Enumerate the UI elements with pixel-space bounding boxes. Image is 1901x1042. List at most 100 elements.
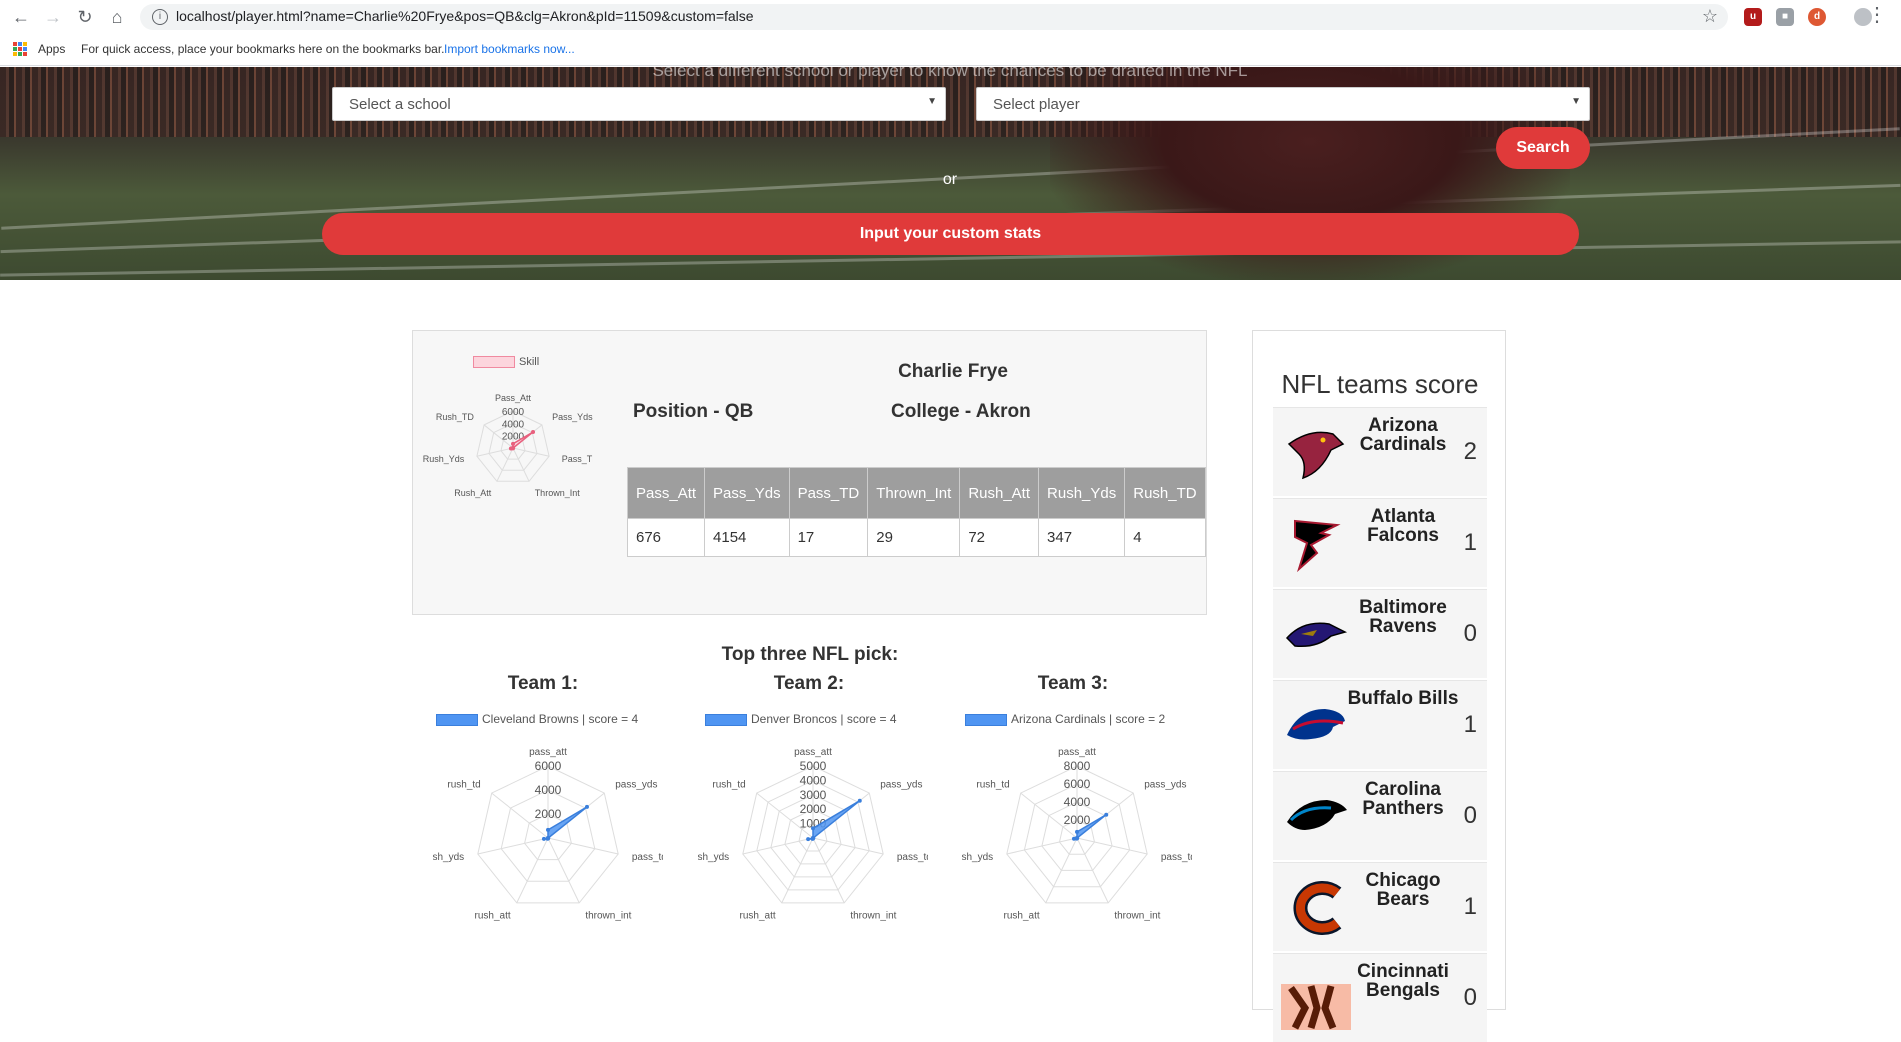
or-separator: or <box>942 171 958 188</box>
radar-spoke <box>1006 837 1078 855</box>
stats-header-row: Pass_Att Pass_Yds Pass_TD Thrown_Int Rush_At… <box>626 467 1206 519</box>
radar-spoke <box>547 837 619 855</box>
url-text[interactable]: localhost/player.html?name=Charlie%20Fry… <box>176 8 754 24</box>
extension-icon[interactable]: ■ <box>1776 8 1794 26</box>
team-score: 0 <box>1463 620 1477 647</box>
team-1-legend: Cleveland Browns | score = 4 <box>436 712 638 726</box>
home-icon[interactable]: ⌂ <box>106 6 128 28</box>
radar-axis-label: thrown_int <box>1114 910 1160 921</box>
back-icon[interactable]: ← <box>10 6 32 28</box>
team-2-radar-chart: 10002000300040005000pass_attpass_ydspass… <box>698 747 928 921</box>
bison-logo-icon <box>1287 709 1345 740</box>
radar-axis-label: rush_att <box>740 910 776 921</box>
address-bar[interactable]: i localhost/player.html?name=Charlie%20F… <box>140 4 1728 30</box>
reload-icon[interactable]: ↻ <box>74 6 96 28</box>
stats-header-cell: Rush_TD <box>1124 467 1206 519</box>
stats-header-cell: Rush_Att <box>959 467 1040 519</box>
radar-data-point <box>510 445 515 450</box>
radar-tick-label: 6000 <box>502 407 525 418</box>
stats-value-cell: 72 <box>959 518 1040 557</box>
radar-axis-label: Pass_Yds <box>552 412 593 422</box>
radar-axis-label: Pass_TD <box>562 454 593 464</box>
player-college: College - Akron <box>891 401 1031 422</box>
radar-axis-label: rush_td <box>447 779 480 790</box>
radar-tick-label: 4000 <box>800 773 827 787</box>
team-score-row[interactable]: Atlanta Falcons 1 <box>1273 498 1487 587</box>
team-1-legend-swatch <box>436 713 478 726</box>
info-icon[interactable]: i <box>152 9 168 25</box>
team-score-row[interactable]: Baltimore Ravens 0 <box>1273 589 1487 678</box>
radar-tick-label: 6000 <box>1064 777 1091 791</box>
team-score-row[interactable]: Arizona Cardinals 2 <box>1273 407 1487 496</box>
custom-stats-button[interactable]: Input your custom stats <box>322 213 1579 255</box>
team-score-row[interactable]: Chicago Bears 1 <box>1273 862 1487 951</box>
radar-data-point <box>1104 812 1109 817</box>
logo-shape <box>1285 622 1348 648</box>
team-1-legend-label: Cleveland Browns | score = 4 <box>482 712 639 726</box>
team-score-row[interactable]: Cincinnati Bengals 0 <box>1273 953 1487 1042</box>
stats-header-cell: Pass_Yds <box>704 467 790 519</box>
radar-axis-label: Rush_Att <box>454 488 492 498</box>
stats-value-cell: 4154 <box>704 518 790 557</box>
logo-shape <box>1287 431 1345 480</box>
search-button[interactable]: Search <box>1496 127 1590 169</box>
import-bookmarks-link[interactable]: Import bookmarks now... <box>444 42 575 56</box>
team-3-radar-chart: 2000 4000 6000 8000pass_att pass_yds pass_tdt… <box>962 747 1192 921</box>
radar-axis-label: pass_att <box>1058 747 1096 758</box>
team-score-row[interactable]: Carolina Panthers 0 <box>1273 771 1487 860</box>
team-score: 0 <box>1463 802 1477 829</box>
school-select[interactable]: Select a school ▼ <box>332 87 946 121</box>
duckduckgo-icon[interactable]: d <box>1808 8 1826 26</box>
radar-spoke <box>516 837 549 904</box>
radar-spoke <box>547 837 580 904</box>
radar-tick-label: 4000 <box>502 419 525 430</box>
radar-tick-label: 3000 <box>800 788 827 802</box>
radar-axis-label: pass_yds <box>615 779 657 790</box>
team-name: Chicago Bears <box>1365 870 1441 910</box>
ublock-icon[interactable]: u <box>1744 8 1762 26</box>
radar-axis-label: Rush_TD <box>436 412 475 422</box>
team-score-row[interactable]: Buffalo Bills 1 <box>1273 680 1487 769</box>
player-select[interactable]: Select player ▼ <box>976 87 1590 121</box>
player-card: Skill 2000 4000 6000 Pass_Att Pass_Yds Pass_T… <box>412 330 1207 615</box>
radar-tick-label: 6000 <box>535 759 562 773</box>
radar-data-point <box>806 837 811 842</box>
chevron-down-icon: ▼ <box>927 96 937 107</box>
skill-radar-chart: 200040006000Pass_AttPass_YdsPass_TDThrow… <box>423 393 593 498</box>
team-score: 1 <box>1463 893 1477 920</box>
stats-header-cell: Pass_TD <box>788 467 869 519</box>
stats-header-cell: Thrown_Int <box>867 467 961 519</box>
radar-tick-label: 4000 <box>535 783 562 797</box>
radar-tick-label: 5000 <box>800 759 827 773</box>
skill-legend: Skill <box>473 356 539 369</box>
player-select-value: Select player <box>993 96 1080 113</box>
team-2-legend: Denver Broncos | score = 4 <box>705 712 897 726</box>
radar-axis-label: pass_td <box>897 852 928 863</box>
radar-axis-label: thrown_int <box>585 910 631 921</box>
radar-data-point <box>857 798 862 803</box>
bookmarks-hint: For quick access, place your bookmarks h… <box>81 42 445 56</box>
forward-icon[interactable]: → <box>42 6 64 28</box>
apps-grid-icon[interactable] <box>13 42 27 56</box>
top-picks-title: Top three NFL pick: <box>721 644 899 665</box>
team-3-legend-label: Arizona Cardinals | score = 2 <box>1011 712 1166 726</box>
radar-axis-label: rush_yds <box>698 852 729 863</box>
team-3-legend-swatch <box>965 713 1007 726</box>
browser-menu-icon[interactable]: ⋮ <box>1867 5 1887 25</box>
radar-axis-label: pass_yds <box>880 779 922 790</box>
radar-data-point <box>584 804 589 809</box>
team-3-title: Team 3: <box>1037 673 1109 694</box>
radar-tick-label: 2000 <box>1064 813 1091 827</box>
apps-label[interactable]: Apps <box>38 42 65 56</box>
stats-value-cell: 17 <box>788 518 869 557</box>
stats-value-cell: 4 <box>1124 518 1206 557</box>
skill-legend-swatch <box>473 356 515 369</box>
radar-axis-label: rush_yds <box>433 852 464 863</box>
bookmark-star-icon[interactable]: ☆ <box>1702 6 1718 27</box>
browser-toolbar: ← → ↻ ⌂ i localhost/player.html?name=Cha… <box>0 0 1901 34</box>
radar-spoke <box>477 837 549 855</box>
logo-shape <box>1294 519 1341 573</box>
panther-logo-icon <box>1287 800 1347 830</box>
radar-axis-label: Thrown_Int <box>535 488 581 498</box>
radar-tick-label: 8000 <box>1064 759 1091 773</box>
